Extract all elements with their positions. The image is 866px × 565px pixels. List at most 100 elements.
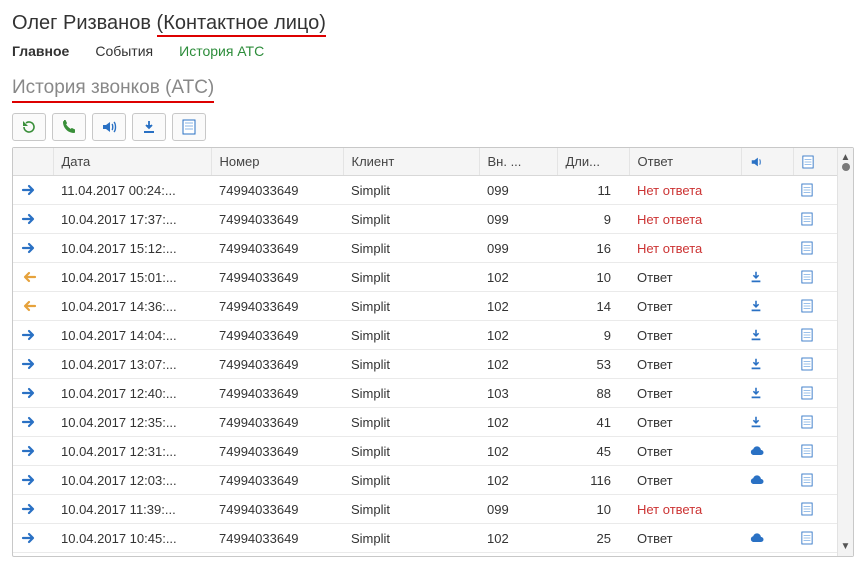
cell-client: Simplit [343,263,479,292]
col-header-answer[interactable]: Ответ [629,148,741,176]
cell-doc-action[interactable] [793,524,837,553]
table-row[interactable]: 10.04.2017 10:45:...74994033649Simplit10… [13,524,837,553]
table-row[interactable]: 10.04.2017 14:36:...74994033649Simplit10… [13,292,837,321]
speaker-icon [750,155,764,169]
cell-number: 74994033649 [211,524,343,553]
col-header-number[interactable]: Номер [211,148,343,176]
cell-duration: 9 [557,205,629,234]
vertical-scrollbar[interactable]: ▲ ▼ [837,148,853,556]
document-icon [801,444,813,458]
download-button[interactable] [132,113,166,141]
cell-doc-action[interactable] [793,205,837,234]
cell-audio-action[interactable] [741,466,793,495]
col-header-client[interactable]: Клиент [343,148,479,176]
arrow-right-icon [21,414,37,430]
scroll-down-arrow[interactable]: ▼ [841,541,851,552]
cell-date: 10.04.2017 12:03:... [53,466,211,495]
cell-audio-action[interactable] [741,205,793,234]
download-icon [141,119,157,135]
cell-audio-action[interactable] [741,176,793,205]
col-header-direction[interactable] [13,148,53,176]
cell-doc-action[interactable] [793,350,837,379]
cell-date: 10.04.2017 15:12:... [53,234,211,263]
table-row[interactable]: 10.04.2017 17:37:...74994033649Simplit09… [13,205,837,234]
cell-doc-action[interactable] [793,263,837,292]
table-row[interactable]: 10.04.2017 11:39:...74994033649Simplit09… [13,495,837,524]
cell-direction [13,321,53,350]
cell-doc-action[interactable] [793,176,837,205]
cell-ext: 102 [479,350,557,379]
table-row[interactable]: 10.04.2017 12:40:...74994033649Simplit10… [13,379,837,408]
cell-answer: Ответ [629,524,741,553]
cell-duration: 9 [557,321,629,350]
cell-audio-action[interactable] [741,350,793,379]
cell-ext: 099 [479,176,557,205]
table-row[interactable]: 11.04.2017 00:24:...74994033649Simplit09… [13,176,837,205]
contact-type-label: (Контактное лицо) [157,12,326,37]
cell-doc-action[interactable] [793,437,837,466]
cell-audio-action[interactable] [741,495,793,524]
document-icon [801,357,813,371]
table-row[interactable]: 10.04.2017 12:31:...74994033649Simplit10… [13,437,837,466]
cell-doc-action[interactable] [793,466,837,495]
scroll-thumb-top[interactable] [842,163,850,171]
col-header-duration[interactable]: Дли... [557,148,629,176]
call-button[interactable] [52,113,86,141]
cell-audio-action[interactable] [741,408,793,437]
cell-number: 74994033649 [211,234,343,263]
cell-ext: 102 [479,292,557,321]
tab-events[interactable]: События [95,43,153,59]
table-row[interactable]: 10.04.2017 14:04:...74994033649Simplit10… [13,321,837,350]
cell-number: 74994033649 [211,437,343,466]
table-row[interactable]: 10.04.2017 12:35:...74994033649Simplit10… [13,408,837,437]
tab-ats-history[interactable]: История АТС [179,43,264,59]
col-header-doc[interactable] [793,148,837,176]
play-audio-button[interactable] [92,113,126,141]
download-icon [749,357,763,371]
cell-doc-action[interactable] [793,292,837,321]
table-row[interactable]: 10.04.2017 15:12:...74994033649Simplit09… [13,234,837,263]
cell-audio-action[interactable] [741,379,793,408]
cell-audio-action[interactable] [741,292,793,321]
cell-duration: 10 [557,263,629,292]
cell-duration: 10 [557,495,629,524]
cell-direction [13,379,53,408]
document-icon [801,473,813,487]
cell-direction [13,292,53,321]
cell-audio-action[interactable] [741,437,793,466]
arrow-right-icon [21,530,37,546]
cell-number: 74994033649 [211,263,343,292]
cell-doc-action[interactable] [793,495,837,524]
cell-date: 10.04.2017 12:40:... [53,379,211,408]
table-row[interactable]: 10.04.2017 15:01:...74994033649Simplit10… [13,263,837,292]
arrow-right-icon [21,240,37,256]
document-icon [801,415,813,429]
cell-doc-action[interactable] [793,379,837,408]
cell-duration: 14 [557,292,629,321]
scroll-up-arrow[interactable]: ▲ [841,152,851,163]
document-icon [801,183,813,197]
table-row[interactable]: 10.04.2017 12:03:...74994033649Simplit10… [13,466,837,495]
cell-audio-action[interactable] [741,524,793,553]
col-header-ext[interactable]: Вн. ... [479,148,557,176]
cell-client: Simplit [343,176,479,205]
cell-doc-action[interactable] [793,234,837,263]
arrow-right-icon [21,501,37,517]
cell-duration: 25 [557,524,629,553]
cell-duration: 45 [557,437,629,466]
document-button[interactable] [172,113,206,141]
document-icon [801,328,813,342]
tab-main[interactable]: Главное [12,43,69,59]
cell-doc-action[interactable] [793,321,837,350]
cell-doc-action[interactable] [793,408,837,437]
refresh-button[interactable] [12,113,46,141]
cell-date: 10.04.2017 10:45:... [53,524,211,553]
cell-audio-action[interactable] [741,263,793,292]
col-header-audio[interactable] [741,148,793,176]
cell-number: 74994033649 [211,495,343,524]
cell-audio-action[interactable] [741,234,793,263]
cell-client: Simplit [343,495,479,524]
cell-audio-action[interactable] [741,321,793,350]
table-row[interactable]: 10.04.2017 13:07:...74994033649Simplit10… [13,350,837,379]
col-header-date[interactable]: Дата [53,148,211,176]
